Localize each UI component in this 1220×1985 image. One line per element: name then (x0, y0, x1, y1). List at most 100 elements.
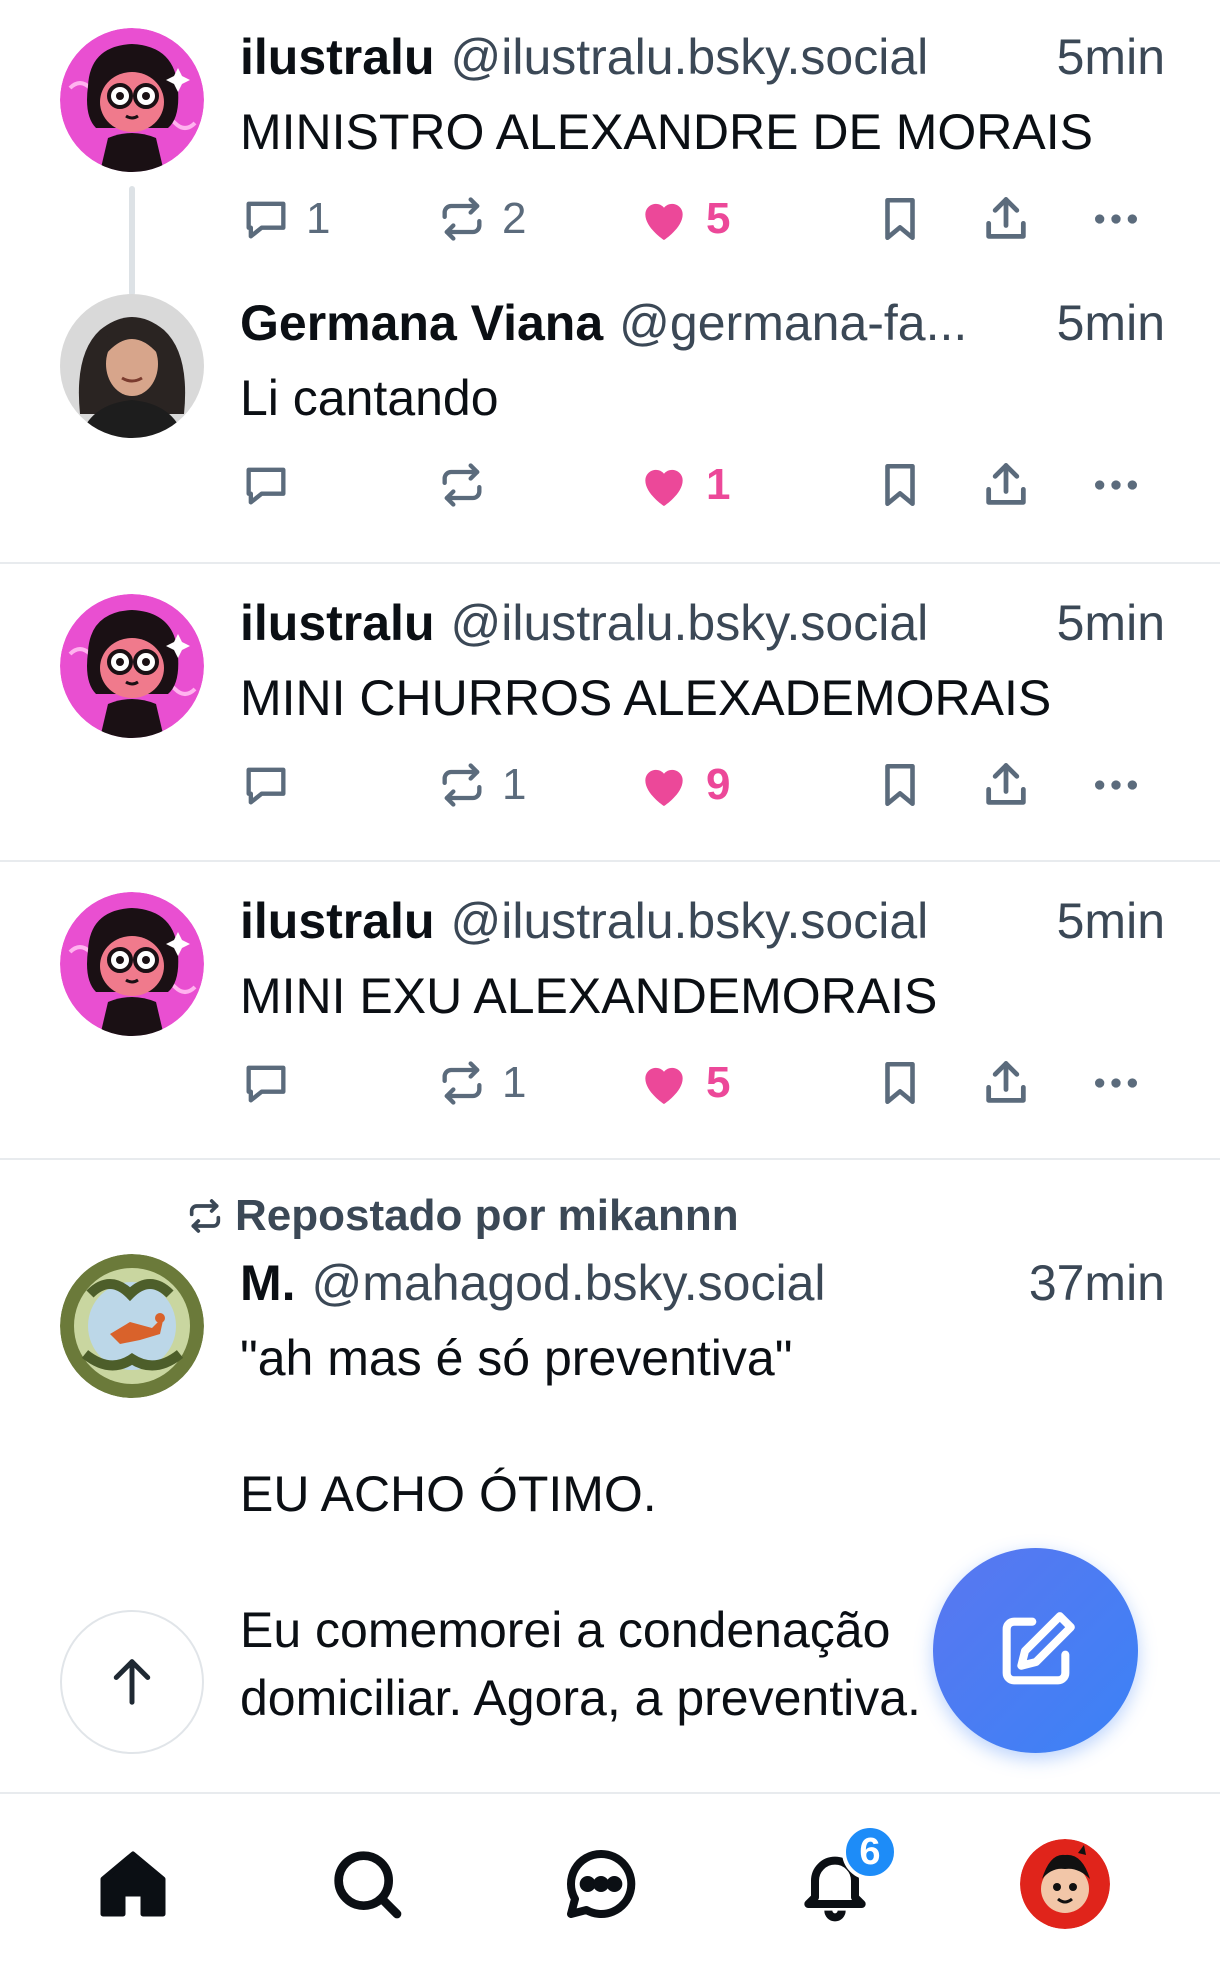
more-icon (1095, 780, 1137, 790)
more-button[interactable] (1088, 189, 1144, 249)
repost-button[interactable]: 2 (436, 189, 526, 249)
repost-count: 2 (502, 194, 527, 243)
post-time[interactable]: 37min (1029, 1254, 1165, 1312)
avatar[interactable] (60, 1254, 204, 1398)
more-button[interactable] (1088, 755, 1144, 815)
like-count: 9 (706, 760, 731, 809)
post-actions: 1 9 (240, 740, 1165, 830)
repost-count: 1 (502, 1058, 527, 1107)
author-name[interactable]: Germana Viana (240, 294, 603, 352)
reply-button[interactable]: 1 (240, 189, 330, 249)
like-count: 5 (706, 194, 731, 243)
tab-search[interactable] (322, 1839, 412, 1929)
more-icon (1095, 1078, 1137, 1088)
repost-icon (442, 463, 482, 507)
bookmark-button[interactable] (875, 755, 925, 815)
author-name[interactable]: M. (240, 1254, 296, 1312)
avatar[interactable] (60, 28, 204, 172)
repost-button[interactable] (436, 455, 502, 515)
bookmark-button[interactable] (875, 1053, 925, 1113)
scroll-to-top-button[interactable] (60, 1610, 204, 1754)
more-icon (1095, 480, 1137, 490)
reply-button[interactable] (240, 1053, 306, 1113)
post-time[interactable]: 5min (1057, 892, 1165, 950)
notification-badge: 6 (842, 1824, 898, 1880)
comment-icon (246, 201, 286, 239)
post-actions: 1 5 (240, 1038, 1165, 1128)
repost-label: Repostado por mikannn (235, 1191, 739, 1240)
post[interactable]: ilustralu @ilustralu.bsky.social 5min MI… (0, 862, 1220, 1160)
author-handle[interactable]: @ilustralu.bsky.social (450, 594, 1032, 652)
bottom-tab-bar: 6 (0, 1792, 1220, 1985)
bookmark-button[interactable] (875, 189, 925, 249)
comment-icon (246, 1065, 286, 1103)
repost-icon (442, 197, 482, 241)
comment-icon (246, 467, 286, 505)
home-icon (100, 1851, 166, 1917)
like-button[interactable]: 9 (636, 755, 730, 815)
share-icon (986, 763, 1026, 805)
heart-icon (645, 769, 683, 806)
bookmark-icon (885, 197, 915, 241)
post-text: MINISTRO ALEXANDRE DE MORAIS (240, 104, 1093, 160)
like-button[interactable]: 5 (636, 189, 730, 249)
author-handle[interactable]: @mahagod.bsky.social (312, 1254, 1005, 1312)
post-time[interactable]: 5min (1057, 294, 1165, 352)
reply-button[interactable] (240, 755, 306, 815)
author-name[interactable]: ilustralu (240, 594, 434, 652)
arrow-up-icon (113, 1659, 151, 1705)
heart-icon (645, 1067, 683, 1104)
author-handle[interactable]: @ilustralu.bsky.social (450, 892, 1032, 950)
post-text: MINI CHURROS ALEXADEMORAIS (240, 670, 1052, 726)
post-actions: 1 2 5 (240, 174, 1165, 264)
tab-chat[interactable] (556, 1839, 646, 1929)
like-button[interactable]: 1 (636, 455, 730, 515)
author-handle[interactable]: @ilustralu.bsky.social (450, 28, 1032, 86)
feed: ilustralu @ilustralu.bsky.social 5min MI… (0, 0, 1220, 1732)
tab-profile[interactable] (1020, 1839, 1110, 1929)
more-button[interactable] (1088, 455, 1144, 515)
avatar[interactable] (60, 294, 204, 438)
chat-icon (567, 1849, 636, 1918)
heart-icon (645, 469, 683, 506)
repost-icon (189, 1199, 221, 1233)
repost-indicator[interactable]: Repostado por mikannn (185, 1186, 1220, 1246)
post-time[interactable]: 5min (1057, 594, 1165, 652)
post-text: MINI EXU ALEXANDEMORAIS (240, 968, 938, 1024)
post[interactable]: Germana Viana @germana-fa... 5min Li can… (0, 264, 1220, 564)
avatar[interactable] (60, 594, 204, 738)
comment-icon (246, 767, 286, 805)
like-button[interactable]: 5 (636, 1053, 730, 1113)
like-count: 5 (706, 1058, 731, 1107)
post-time[interactable]: 5min (1057, 28, 1165, 86)
repost-count: 1 (502, 760, 527, 809)
tab-home[interactable] (88, 1839, 178, 1929)
post-text: Li cantando (240, 370, 499, 426)
avatar[interactable] (60, 892, 204, 1036)
author-name[interactable]: ilustralu (240, 892, 434, 950)
share-button[interactable] (980, 1053, 1032, 1113)
share-icon (986, 1061, 1026, 1103)
repost-button[interactable]: 1 (436, 1053, 526, 1113)
heart-icon (645, 203, 683, 240)
bookmark-icon (885, 763, 915, 807)
share-button[interactable] (980, 189, 1032, 249)
repost-button[interactable]: 1 (436, 755, 526, 815)
reply-button[interactable] (240, 455, 306, 515)
share-button[interactable] (980, 455, 1032, 515)
compose-icon (1002, 1611, 1075, 1684)
post[interactable]: ilustralu @ilustralu.bsky.social 5min MI… (0, 0, 1220, 296)
share-icon (986, 463, 1026, 505)
more-icon (1095, 214, 1137, 224)
author-handle[interactable]: @germana-fa... (619, 294, 1032, 352)
share-icon (986, 197, 1026, 239)
post[interactable]: ilustralu @ilustralu.bsky.social 5min MI… (0, 564, 1220, 862)
more-button[interactable] (1088, 1053, 1144, 1113)
repost-icon (442, 763, 482, 807)
author-name[interactable]: ilustralu (240, 28, 434, 86)
share-button[interactable] (980, 755, 1032, 815)
bookmark-button[interactable] (875, 455, 925, 515)
avatar (1020, 1839, 1110, 1929)
compose-button[interactable] (933, 1548, 1138, 1753)
bookmark-icon (885, 463, 915, 507)
